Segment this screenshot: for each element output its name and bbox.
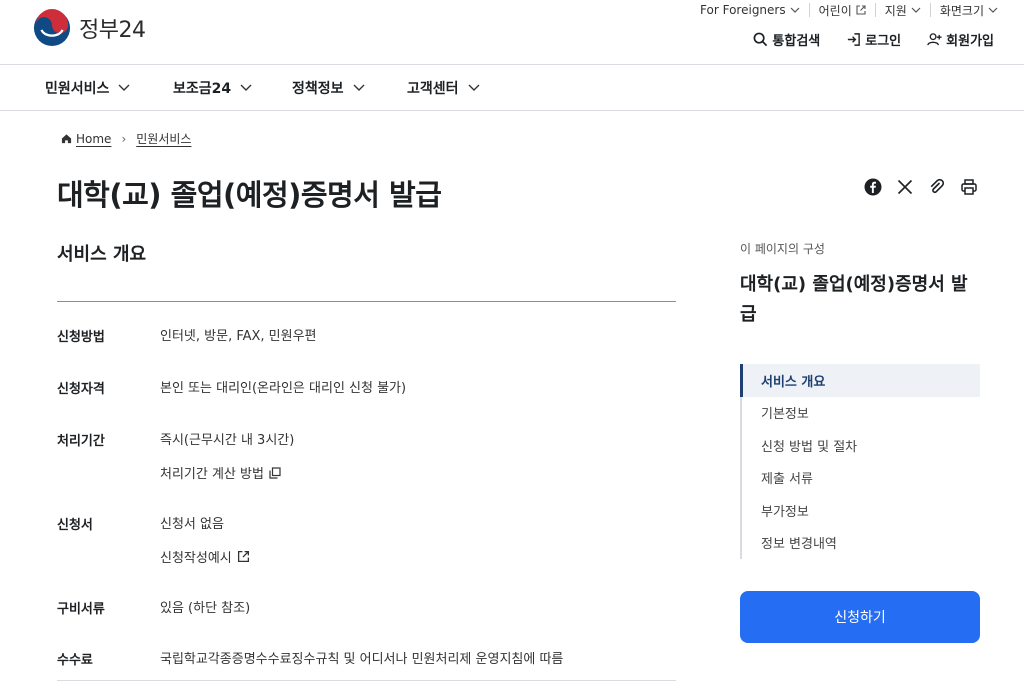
toc-item-additional-info[interactable]: 부가정보 bbox=[742, 494, 980, 527]
print-icon[interactable] bbox=[958, 176, 980, 198]
table-row: 신청자격 본인 또는 대리인(온라인은 대리인 신청 불가) bbox=[57, 345, 676, 397]
row-label: 구비서류 bbox=[57, 602, 105, 617]
chevron-down-icon bbox=[353, 84, 365, 91]
link-label: 처리기간 계산 방법 bbox=[160, 467, 264, 482]
row-label: 수수료 bbox=[57, 653, 93, 668]
member-bar: 통합검색 로그인 회원가입 bbox=[727, 30, 994, 49]
row-values: 즉시(근무시간 내 3시간) 처리기간 계산 방법 bbox=[160, 430, 676, 482]
row-label: 신청서 bbox=[57, 518, 93, 533]
row-value: 즉시(근무시간 내 3시간) bbox=[160, 433, 295, 448]
breadcrumb: Home › 민원서비스 bbox=[61, 130, 191, 147]
search-icon bbox=[753, 32, 768, 47]
gnb-item-label: 정책정보 bbox=[292, 80, 344, 97]
breadcrumb-current[interactable]: 민원서비스 bbox=[136, 130, 191, 147]
section-title-overview: 서비스 개요 bbox=[57, 244, 147, 265]
gnb-item-civil-service[interactable]: 민원서비스 bbox=[45, 65, 130, 110]
signup-button[interactable]: 회원가입 bbox=[927, 30, 994, 49]
gnb-item-label: 고객센터 bbox=[407, 80, 459, 97]
row-value: 있음 (하단 참조) bbox=[160, 601, 251, 616]
row-values: 본인 또는 대리인(온라인은 대리인 신청 불가) bbox=[160, 378, 676, 397]
chevron-down-icon bbox=[988, 7, 998, 13]
toc-item-documents[interactable]: 제출 서류 bbox=[742, 462, 980, 495]
row-values: 있음 (하단 참조) bbox=[160, 598, 676, 617]
row-value: 본인 또는 대리인(온라인은 대리인 신청 불가) bbox=[160, 381, 407, 396]
table-row: 신청방법 인터넷, 방문, FAX, 민원우편 bbox=[57, 302, 676, 345]
toc-title: 대학(교) 졸업(예정)증명서 발급 bbox=[740, 274, 968, 325]
application-example-link[interactable]: 신청작성예시 bbox=[160, 548, 676, 566]
toc-item-change-history[interactable]: 정보 변경내역 bbox=[742, 527, 980, 560]
site-header: 정부24 For Foreigners 어린이 지원 화면크기 통합검색 로그인 bbox=[0, 0, 1024, 64]
row-label: 신청자격 bbox=[57, 382, 105, 397]
facebook-icon[interactable] bbox=[862, 176, 884, 198]
chevron-down-icon bbox=[911, 7, 921, 13]
link-label: 신청작성예시 bbox=[160, 551, 232, 566]
kids-label: 어린이 bbox=[818, 3, 852, 18]
government-emblem-icon bbox=[33, 9, 71, 47]
home-icon bbox=[61, 134, 72, 144]
logo-text: 정부24 bbox=[79, 18, 146, 43]
chevron-down-icon bbox=[468, 84, 480, 91]
overview-table: 신청방법 인터넷, 방문, FAX, 민원우편 신청자격 본인 또는 대리인(온… bbox=[57, 301, 676, 668]
x-icon[interactable] bbox=[894, 176, 916, 198]
chevron-down-icon bbox=[118, 84, 130, 91]
chevron-right-icon: › bbox=[121, 131, 127, 146]
support-label: 지원 bbox=[884, 3, 907, 18]
chevron-down-icon bbox=[790, 7, 800, 13]
screen-size-menu[interactable]: 화면크기 bbox=[929, 3, 998, 18]
table-row: 신청서 신청서 없음 신청작성예시 bbox=[57, 481, 676, 566]
gnb-item-customer-center[interactable]: 고객센터 bbox=[407, 65, 480, 110]
chevron-down-icon bbox=[240, 84, 252, 91]
gnb-item-label: 보조금24 bbox=[173, 80, 232, 97]
for-foreigners-label: For Foreigners bbox=[700, 3, 786, 17]
external-link-icon bbox=[237, 550, 249, 563]
integrated-search-button[interactable]: 통합검색 bbox=[753, 30, 820, 49]
site-logo[interactable]: 정부24 bbox=[33, 9, 146, 47]
breadcrumb-home[interactable]: Home bbox=[76, 132, 111, 146]
row-label: 처리기간 bbox=[57, 434, 105, 449]
row-values: 국립학교각종증명수수료징수규칙 및 어디서나 민원처리제 운영지침에 따름 bbox=[160, 649, 676, 668]
login-button[interactable]: 로그인 bbox=[846, 30, 901, 49]
apply-button[interactable]: 신청하기 bbox=[740, 591, 980, 643]
row-label: 신청방법 bbox=[57, 330, 105, 345]
toc-item-service-overview[interactable]: 서비스 개요 bbox=[740, 364, 980, 397]
toc-caption: 이 페이지의 구성 bbox=[740, 242, 825, 256]
toc-item-basic-info[interactable]: 기본정보 bbox=[742, 397, 980, 430]
table-row: 처리기간 즉시(근무시간 내 3시간) 처리기간 계산 방법 bbox=[57, 397, 676, 482]
table-row: 구비서류 있음 (하단 참조) bbox=[57, 565, 676, 617]
login-label: 로그인 bbox=[865, 34, 902, 49]
share-tools bbox=[852, 176, 980, 198]
kids-link[interactable]: 어린이 bbox=[808, 3, 875, 18]
link-icon[interactable] bbox=[926, 176, 948, 198]
signup-label: 회원가입 bbox=[946, 34, 994, 49]
row-value: 국립학교각종증명수수료징수규칙 및 어디서나 민원처리제 운영지침에 따름 bbox=[160, 652, 564, 667]
toc-item-procedure[interactable]: 신청 방법 및 절차 bbox=[742, 429, 980, 462]
row-values: 신청서 없음 신청작성예시 bbox=[160, 514, 676, 566]
row-value: 인터넷, 방문, FAX, 민원우편 bbox=[160, 329, 317, 344]
support-menu[interactable]: 지원 bbox=[874, 3, 930, 18]
table-divider bbox=[57, 680, 676, 681]
main-navigation: 민원서비스 보조금24 정책정보 고객센터 bbox=[0, 64, 1024, 111]
external-link-icon bbox=[856, 5, 866, 15]
row-value: 신청서 없음 bbox=[160, 517, 224, 532]
processing-period-calc-link[interactable]: 처리기간 계산 방법 bbox=[160, 464, 676, 482]
row-values: 인터넷, 방문, FAX, 민원우편 bbox=[160, 326, 676, 345]
gnb-item-label: 민원서비스 bbox=[45, 80, 110, 97]
utility-bar: For Foreigners 어린이 지원 화면크기 bbox=[700, 3, 998, 18]
login-icon bbox=[848, 33, 861, 46]
gnb-item-subsidy[interactable]: 보조금24 bbox=[173, 65, 252, 110]
toc-list: 서비스 개요 기본정보 신청 방법 및 절차 제출 서류 부가정보 정보 변경내… bbox=[740, 364, 980, 559]
copy-icon bbox=[269, 466, 281, 479]
user-add-icon bbox=[927, 33, 942, 46]
for-foreigners-menu[interactable]: For Foreigners bbox=[700, 3, 809, 17]
table-row: 수수료 국립학교각종증명수수료징수규칙 및 어디서나 민원처리제 운영지침에 따… bbox=[57, 617, 676, 668]
screen-size-label: 화면크기 bbox=[939, 3, 984, 18]
page-title: 대학(교) 졸업(예정)증명서 발급 bbox=[57, 178, 442, 212]
gnb-item-policy[interactable]: 정책정보 bbox=[292, 65, 365, 110]
search-label: 통합검색 bbox=[772, 34, 821, 49]
